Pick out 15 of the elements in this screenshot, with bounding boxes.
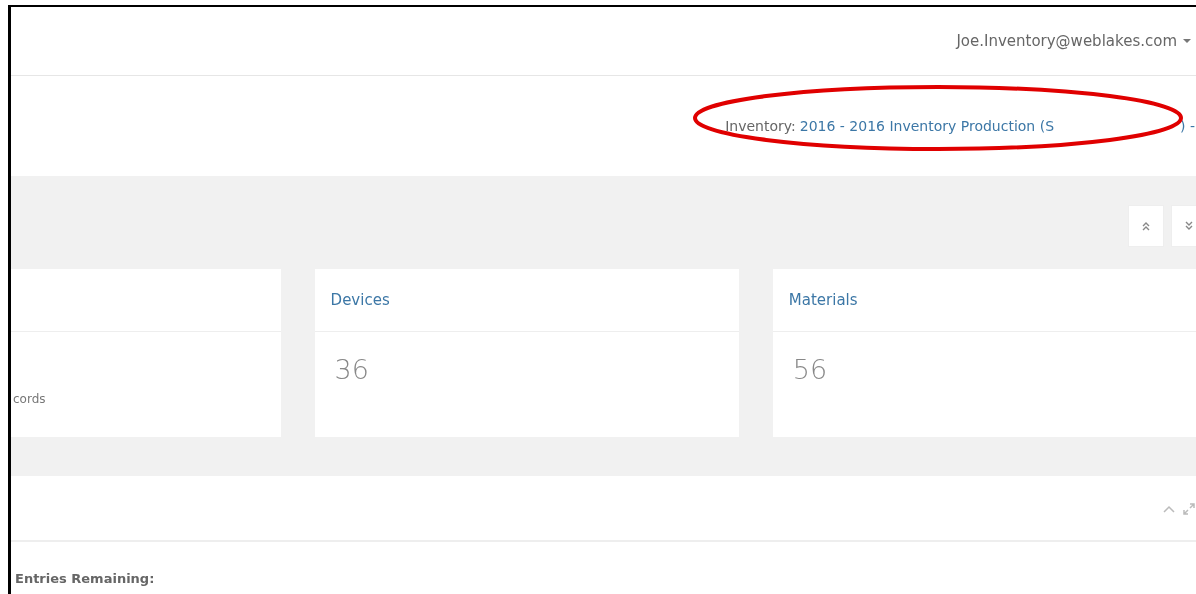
card-value: 56 [792,354,829,385]
card-value: 36 [334,354,370,385]
user-menu[interactable]: Joe.Inventory@weblakes.com [956,32,1191,50]
entries-remaining-label: Entries Remaining: [15,571,155,586]
collapse-icon[interactable] [1163,505,1175,513]
inventory-label: Inventory: [725,118,796,134]
double-chevron-up-icon [1141,221,1151,231]
caret-icon [1183,39,1191,43]
inventory-link[interactable]: 2016 - 2016 Inventory Production (S [799,118,1055,134]
card-title[interactable]: Devices [330,291,390,309]
card-note: cords [13,392,46,406]
expand-icon[interactable] [1183,503,1195,515]
double-chevron-down-icon [1184,221,1194,231]
collapse-all-button[interactable] [1128,205,1164,247]
card-title[interactable]: Materials [788,291,858,309]
